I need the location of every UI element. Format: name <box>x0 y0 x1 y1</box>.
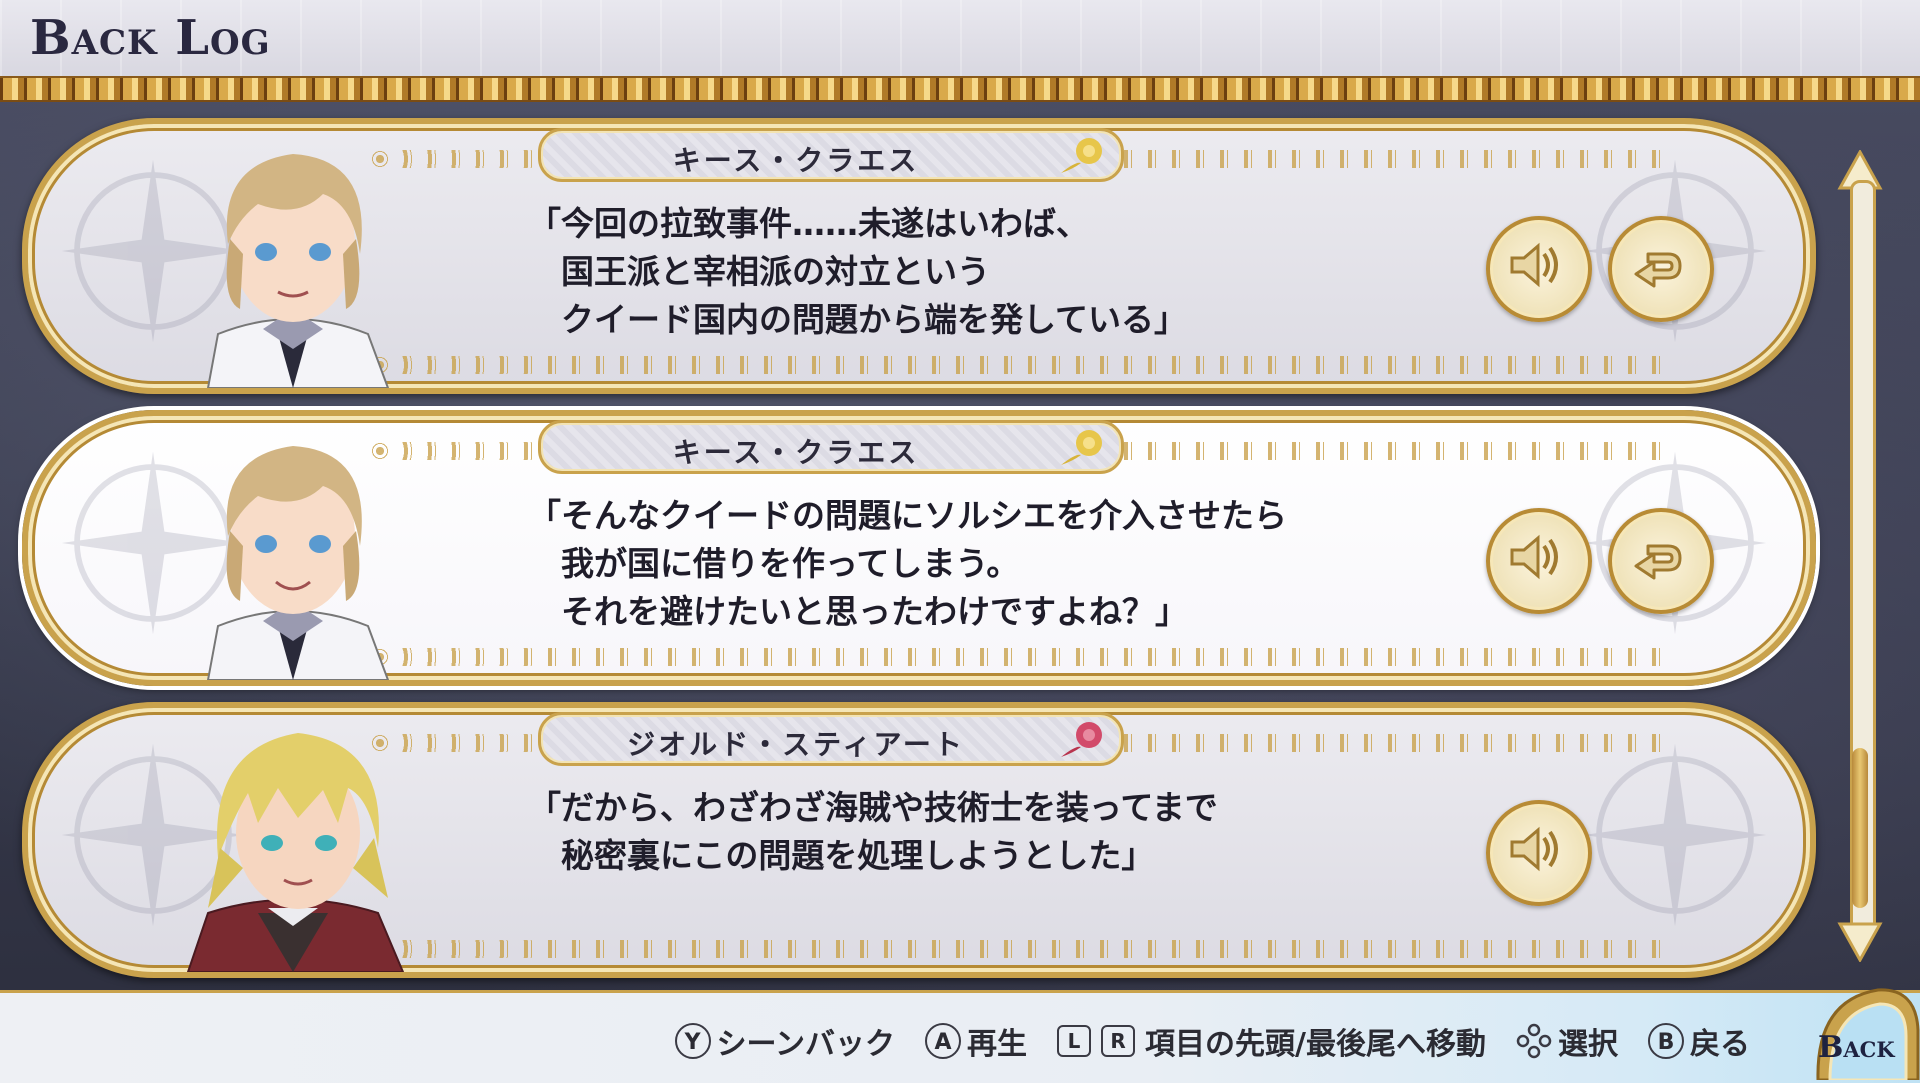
hint-jump-first-last[interactable]: L R 項目の先頭/最後尾へ移動 <box>1057 1019 1486 1063</box>
dialogue-line: クイード国内の問題から端を発している」 <box>528 300 1188 339</box>
rose-icon <box>1061 722 1102 757</box>
a-button-icon: A <box>925 1023 962 1059</box>
log-scrollbar[interactable] <box>1836 150 1884 962</box>
jump-to-scene-button[interactable] <box>1608 508 1714 614</box>
dialogue-line: 「今回の拉致事件……未遂はいわば、 <box>528 204 1089 243</box>
speaker-name-plate: キース・クラエス <box>538 128 1124 182</box>
dialogue-line: 「そんなクイードの問題にソルシエを介入させたら <box>528 496 1287 535</box>
rose-icon <box>1061 430 1102 465</box>
dialogue-line: それを避けたいと思ったわけですよね？」 <box>528 592 1188 631</box>
speaker-name-plate: ジオルド・スティアート <box>538 712 1124 766</box>
rose-icon <box>1061 138 1102 173</box>
log-entry[interactable]: キース・クラエス 「今回の拉致事件……未遂はいわば、 国王派と宰相派の対立という… <box>22 118 1816 394</box>
page-title: Back Log <box>30 10 271 66</box>
speaker-icon <box>1510 826 1558 872</box>
keith-portrait-avatar <box>206 446 390 680</box>
geordo-portrait-avatar <box>186 733 405 972</box>
speaker-name: ジオルド・スティアート <box>627 728 965 761</box>
keith-portrait-avatar <box>206 154 390 388</box>
hint-scene-back[interactable]: Y シーンバック <box>674 1019 896 1063</box>
button-hint-bar: Y シーンバック A 再生 L R 項目の先頭/最後尾へ移動 選択 B 戻る <box>0 990 1920 1083</box>
scroll-ornament <box>368 648 1660 666</box>
back-button[interactable]: Back <box>1818 1030 1895 1065</box>
compass-ornament-icon <box>1583 743 1767 927</box>
return-arrow-icon <box>1634 544 1682 580</box>
replay-voice-button[interactable] <box>1486 800 1592 906</box>
jump-to-scene-button[interactable] <box>1608 216 1714 322</box>
scrollbar-thumb[interactable] <box>1852 748 1868 908</box>
hint-label: 再生 <box>967 1027 1028 1062</box>
speaker-name: キース・クラエス <box>672 436 920 469</box>
speaker-icon <box>1510 534 1558 580</box>
speaker-name: キース・クラエス <box>672 144 920 177</box>
header-ornament-border <box>0 76 1920 102</box>
hint-play[interactable]: A 再生 <box>925 1019 1027 1063</box>
hint-select[interactable]: 選択 <box>1516 1019 1618 1063</box>
hint-label: 項目の先頭/最後尾へ移動 <box>1145 1027 1486 1062</box>
dialogue-line: 秘密裏にこの問題を処理しようとした」 <box>528 836 1155 875</box>
dpad-icon <box>1516 1023 1552 1059</box>
dialogue-text: 「今回の拉致事件……未遂はいわば、 国王派と宰相派の対立という クイード国内の問… <box>528 200 1428 344</box>
l-button-icon: L <box>1057 1025 1092 1057</box>
r-button-icon: R <box>1101 1025 1136 1057</box>
dialogue-text: 「だから、わざわざ海賊や技術士を装ってまで 秘密裏にこの問題を処理しようとした」 <box>528 784 1428 880</box>
hint-return[interactable]: B 戻る <box>1648 1019 1750 1063</box>
hint-label: 戻る <box>1690 1027 1750 1062</box>
dialogue-line: 我が国に借りを作ってしまう。 <box>528 544 1020 583</box>
header-bar: Back Log <box>0 0 1920 78</box>
hint-label: シーンバック <box>716 1027 896 1062</box>
dialogue-text: 「そんなクイードの問題にソルシエを介入させたら 我が国に借りを作ってしまう。 そ… <box>528 492 1428 636</box>
dialogue-line: 国王派と宰相派の対立という <box>528 252 990 291</box>
dialogue-line: 「だから、わざわざ海賊や技術士を装ってまで <box>528 788 1218 827</box>
replay-voice-button[interactable] <box>1486 508 1592 614</box>
speaker-icon <box>1510 242 1558 288</box>
b-button-icon: B <box>1648 1023 1684 1059</box>
scroll-ornament <box>368 940 1660 958</box>
log-entry[interactable]: ジオルド・スティアート 「だから、わざわざ海賊や技術士を装ってまで 秘密裏にこの… <box>22 702 1816 978</box>
speaker-name-plate: キース・クラエス <box>538 420 1124 474</box>
hint-label: 選択 <box>1558 1027 1618 1062</box>
return-arrow-icon <box>1634 252 1682 288</box>
scroll-ornament <box>368 356 1660 374</box>
replay-voice-button[interactable] <box>1486 216 1592 322</box>
scroll-down-arrow-icon <box>1837 922 1883 962</box>
log-entry-selected[interactable]: キース・クラエス 「そんなクイードの問題にソルシエを介入させたら 我が国に借りを… <box>22 410 1816 686</box>
y-button-icon: Y <box>674 1023 711 1059</box>
